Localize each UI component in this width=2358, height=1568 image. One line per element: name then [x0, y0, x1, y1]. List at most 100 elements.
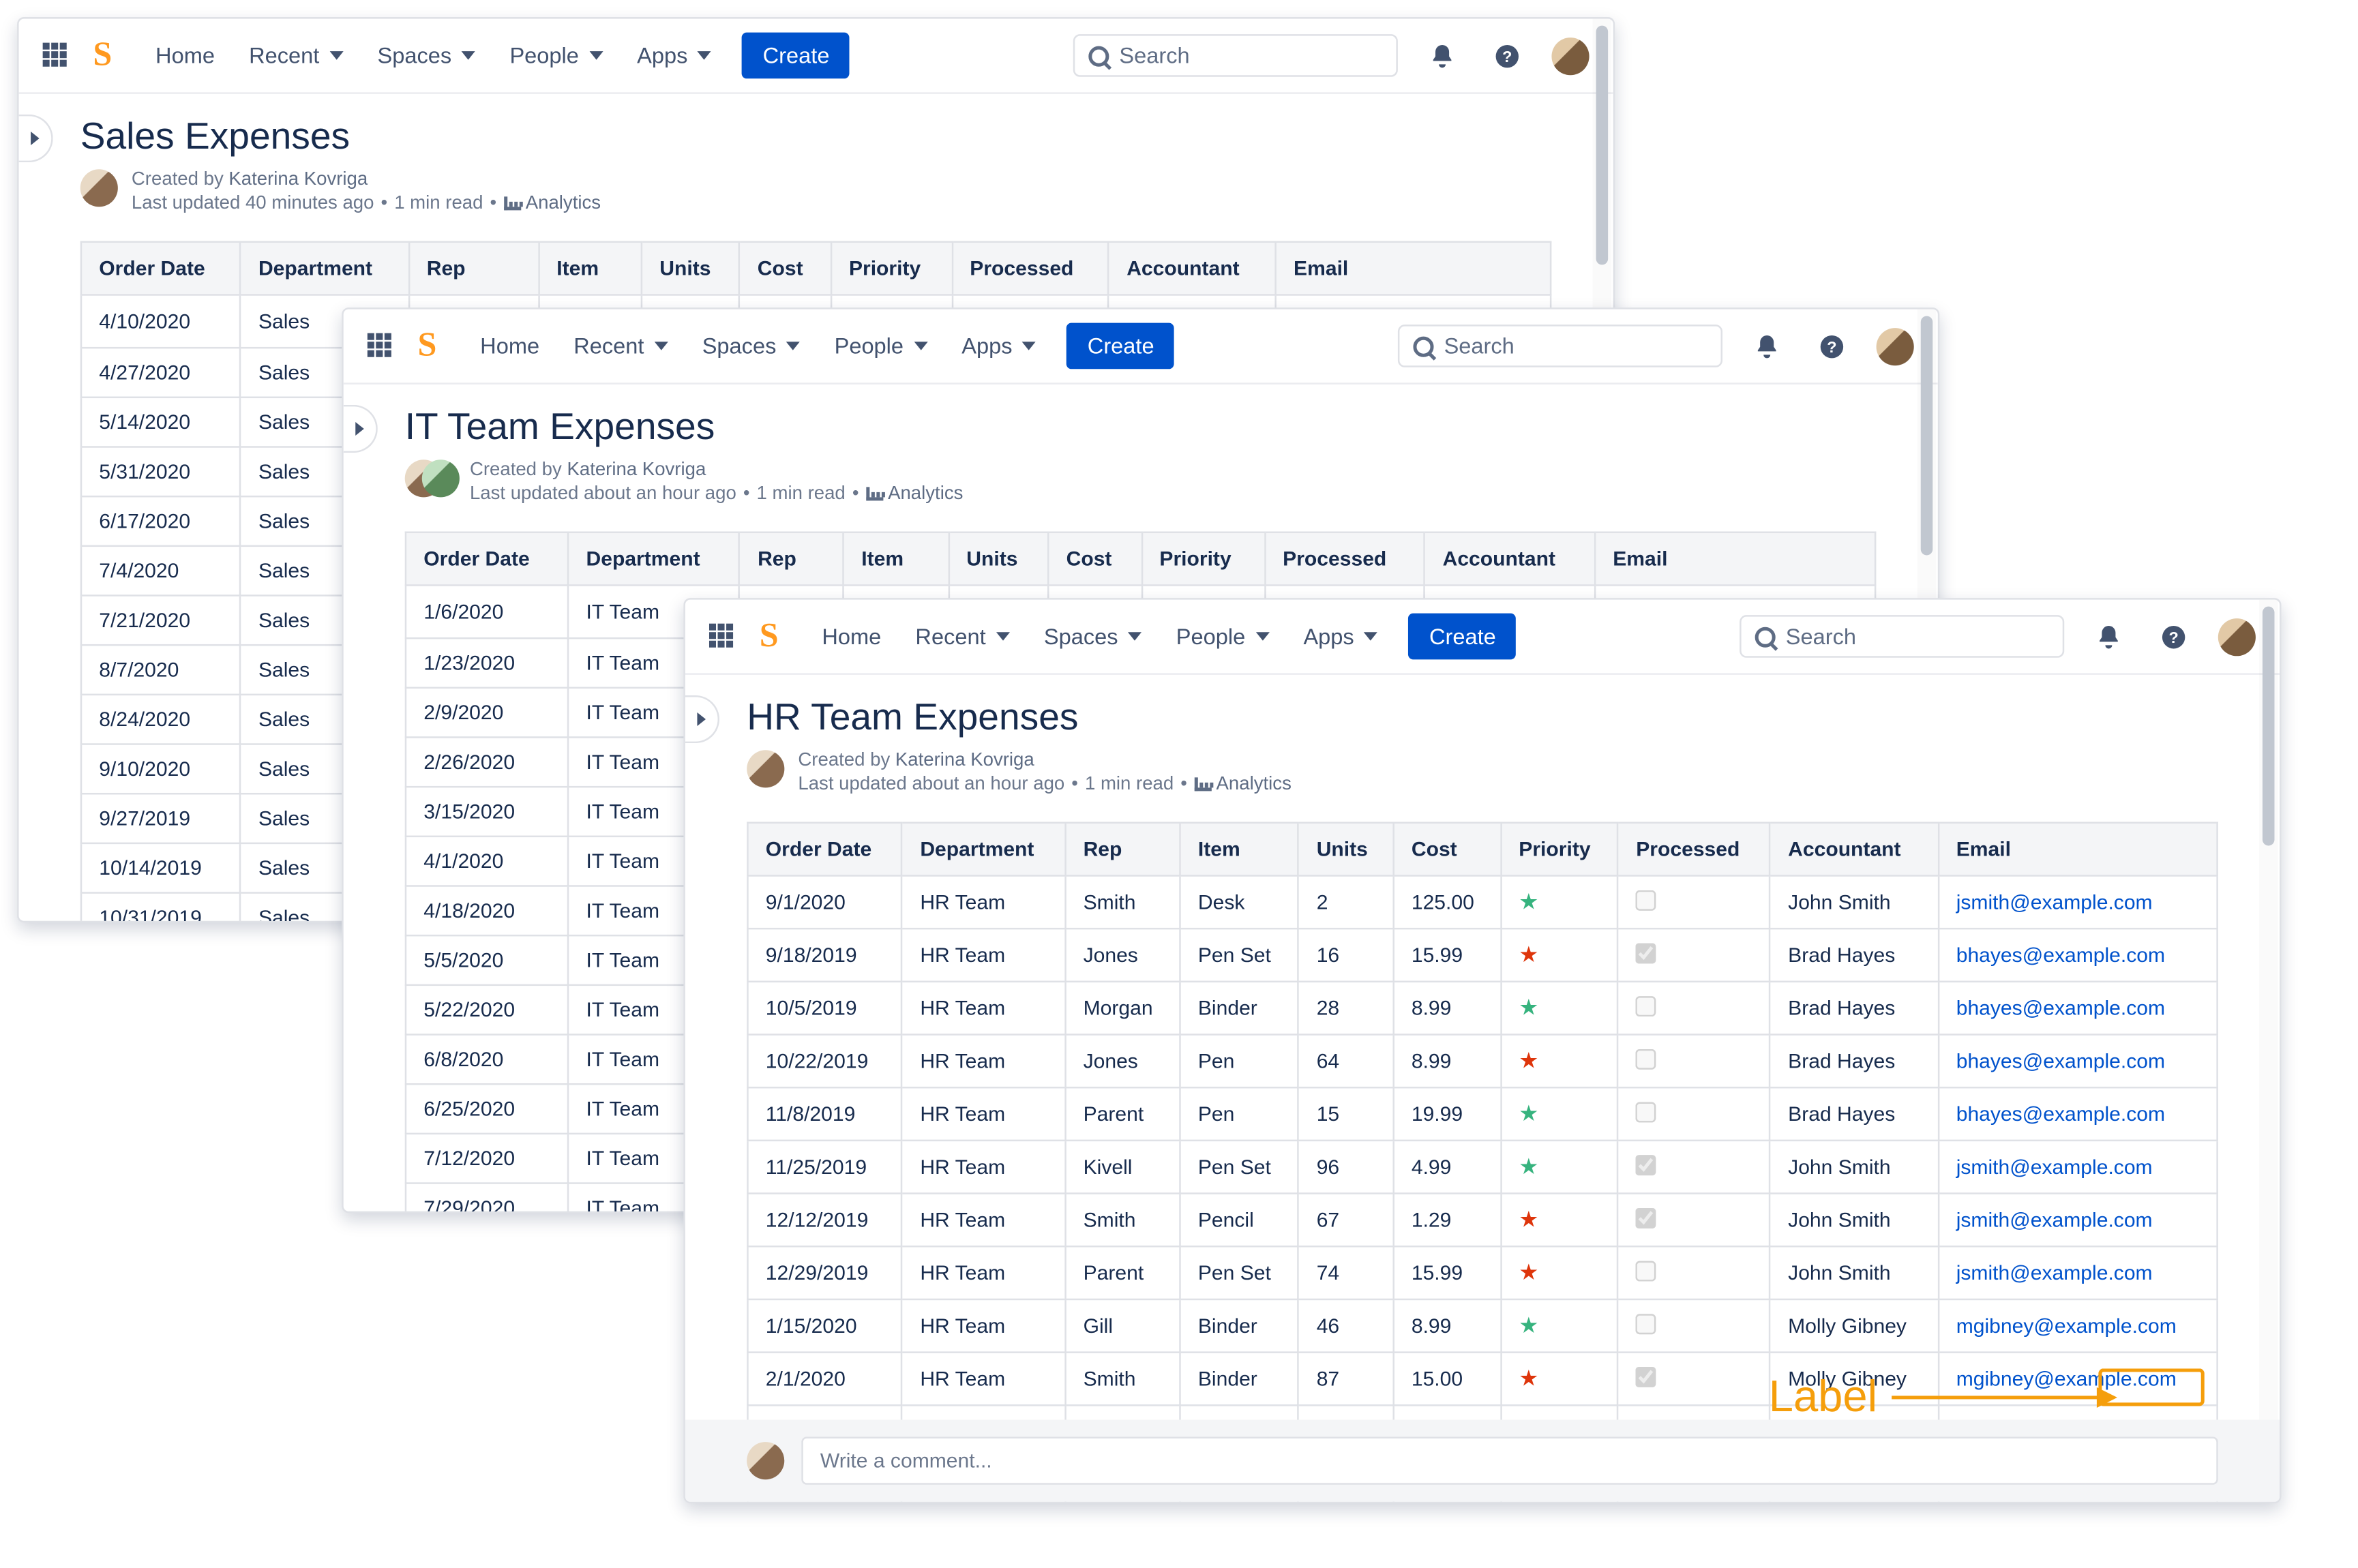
nav-recent[interactable]: Recent: [901, 614, 1023, 660]
column-header[interactable]: Units: [1298, 823, 1393, 876]
column-header[interactable]: Item: [844, 532, 949, 586]
profile-avatar[interactable]: [1551, 37, 1589, 74]
column-header[interactable]: Cost: [1393, 823, 1500, 876]
nav-spaces[interactable]: Spaces: [1030, 614, 1156, 660]
profile-avatar[interactable]: [2218, 618, 2256, 655]
column-header[interactable]: Priority: [831, 242, 952, 295]
column-header[interactable]: Email: [1938, 823, 2217, 876]
column-header[interactable]: Rep: [740, 532, 844, 586]
help-icon[interactable]: ?: [2153, 616, 2194, 657]
help-icon[interactable]: ?: [1487, 35, 1527, 76]
column-header[interactable]: Item: [1180, 823, 1298, 876]
processed-checkbox[interactable]: [1636, 1048, 1656, 1068]
author-link[interactable]: Katerina Kovriga: [567, 459, 706, 480]
nav-people[interactable]: People: [1163, 614, 1283, 660]
processed-checkbox[interactable]: [1636, 1366, 1656, 1387]
search-placeholder: Search: [1786, 624, 1856, 650]
column-header[interactable]: Priority: [1501, 823, 1618, 876]
email-link[interactable]: jsmith@example.com: [1956, 1261, 2153, 1284]
nav-apps[interactable]: Apps: [623, 33, 725, 79]
column-header[interactable]: Email: [1276, 242, 1551, 295]
email-link[interactable]: mgibney@example.com: [1956, 1314, 2177, 1338]
email-link[interactable]: bhayes@example.com: [1956, 1049, 2165, 1073]
author-avatar[interactable]: [80, 169, 118, 207]
column-header[interactable]: Order Date: [81, 242, 241, 295]
logo-icon[interactable]: S: [408, 327, 446, 365]
app-switcher-icon[interactable]: [709, 622, 736, 650]
analytics-link[interactable]: Analytics: [1216, 774, 1291, 794]
processed-checkbox[interactable]: [1636, 995, 1656, 1016]
notifications-icon[interactable]: [1746, 325, 1787, 366]
column-header[interactable]: Processed: [952, 242, 1109, 295]
column-header[interactable]: Cost: [1049, 532, 1142, 586]
column-header[interactable]: Order Date: [747, 823, 902, 876]
cell-date: 5/14/2020: [81, 397, 241, 447]
email-link[interactable]: bhayes@example.com: [1956, 996, 2165, 1020]
column-header[interactable]: Accountant: [1424, 532, 1595, 586]
author-link[interactable]: Katerina Kovriga: [228, 169, 368, 190]
processed-checkbox[interactable]: [1636, 942, 1656, 963]
processed-checkbox[interactable]: [1636, 1260, 1656, 1280]
create-button[interactable]: Create: [1067, 323, 1175, 370]
column-header[interactable]: Priority: [1141, 532, 1265, 586]
processed-checkbox[interactable]: [1636, 889, 1656, 909]
column-header[interactable]: Department: [902, 823, 1065, 876]
nav-spaces[interactable]: Spaces: [689, 323, 814, 370]
contributor-avatar[interactable]: [422, 459, 460, 497]
logo-icon[interactable]: S: [750, 618, 788, 655]
column-header[interactable]: Accountant: [1109, 242, 1276, 295]
email-link[interactable]: bhayes@example.com: [1956, 943, 2165, 967]
column-header[interactable]: Rep: [408, 242, 538, 295]
analytics-link[interactable]: Analytics: [526, 193, 601, 213]
column-header[interactable]: Item: [539, 242, 642, 295]
notifications-icon[interactable]: [1422, 35, 1463, 76]
nav-home[interactable]: Home: [466, 323, 553, 370]
email-link[interactable]: jsmith@example.com: [1956, 1155, 2153, 1179]
column-header[interactable]: Cost: [740, 242, 831, 295]
column-header[interactable]: Rep: [1065, 823, 1180, 876]
cell-date: 9/10/2020: [81, 744, 241, 794]
processed-checkbox[interactable]: [1636, 1207, 1656, 1227]
app-switcher-icon[interactable]: [368, 332, 395, 359]
nav-people[interactable]: People: [496, 33, 616, 79]
profile-avatar[interactable]: [1877, 327, 1914, 365]
processed-checkbox[interactable]: [1636, 1313, 1656, 1333]
author-link[interactable]: Katerina Kovriga: [895, 750, 1034, 770]
nav-people[interactable]: People: [821, 323, 942, 370]
email-link[interactable]: jsmith@example.com: [1956, 890, 2153, 914]
column-header[interactable]: Units: [949, 532, 1048, 586]
meta-line: Last updated 40 minutes ago•1 min read•A…: [132, 193, 601, 213]
cell-date: 6/8/2020: [406, 1034, 568, 1084]
nav-spaces[interactable]: Spaces: [364, 33, 490, 79]
logo-icon[interactable]: S: [84, 37, 121, 74]
column-header[interactable]: Processed: [1618, 823, 1770, 876]
search-input[interactable]: Search: [1073, 34, 1398, 77]
processed-checkbox[interactable]: [1636, 1154, 1656, 1175]
notifications-icon[interactable]: [2088, 616, 2129, 657]
email-link[interactable]: bhayes@example.com: [1956, 1102, 2165, 1126]
search-input[interactable]: Search: [1740, 615, 2064, 658]
help-icon[interactable]: ?: [1811, 325, 1852, 366]
column-header[interactable]: Department: [568, 532, 740, 586]
column-header[interactable]: Department: [241, 242, 409, 295]
nav-apps[interactable]: Apps: [948, 323, 1049, 370]
email-link[interactable]: jsmith@example.com: [1956, 1208, 2153, 1232]
nav-apps[interactable]: Apps: [1289, 614, 1391, 660]
nav-home[interactable]: Home: [142, 33, 228, 79]
column-header[interactable]: Units: [642, 242, 740, 295]
nav-recent[interactable]: Recent: [560, 323, 681, 370]
author-avatar[interactable]: [747, 750, 784, 787]
column-header[interactable]: Email: [1595, 532, 1875, 586]
column-header[interactable]: Accountant: [1770, 823, 1939, 876]
comment-input[interactable]: Write a comment...: [801, 1437, 2218, 1485]
create-button[interactable]: Create: [1409, 614, 1517, 660]
create-button[interactable]: Create: [743, 33, 850, 79]
search-input[interactable]: Search: [1398, 325, 1722, 367]
column-header[interactable]: Order Date: [406, 532, 568, 586]
app-switcher-icon[interactable]: [43, 42, 70, 69]
column-header[interactable]: Processed: [1265, 532, 1424, 586]
nav-home[interactable]: Home: [808, 614, 895, 660]
analytics-link[interactable]: Analytics: [888, 483, 963, 504]
processed-checkbox[interactable]: [1636, 1101, 1656, 1121]
nav-recent[interactable]: Recent: [235, 33, 357, 79]
